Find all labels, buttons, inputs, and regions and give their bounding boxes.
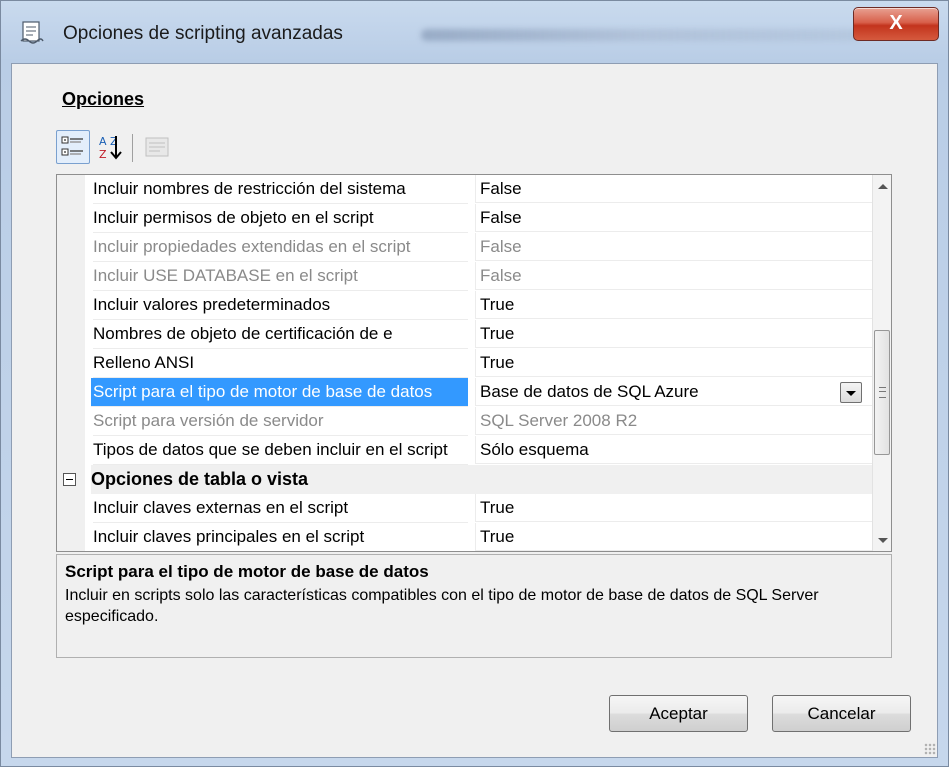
toolbar-separator — [132, 134, 133, 162]
row-margin — [57, 291, 85, 320]
dialog-window: Opciones de scripting avanzadas X Opcion… — [0, 0, 949, 767]
scroll-grip-icon — [879, 387, 886, 398]
description-title: Script para el tipo de motor de base de … — [65, 562, 429, 581]
property-row[interactable]: Incluir nombres de restricción del siste… — [57, 175, 872, 204]
category-label: Opciones de tabla o vista — [91, 465, 872, 494]
property-value[interactable]: True — [475, 349, 872, 377]
close-icon: X — [889, 12, 903, 34]
property-value[interactable]: True — [475, 291, 872, 319]
blurred-title-area — [421, 29, 861, 41]
row-margin — [57, 262, 85, 291]
row-margin — [57, 204, 85, 233]
row-margin — [57, 175, 85, 204]
property-row[interactable]: Incluir valores predeterminados True — [57, 291, 872, 320]
row-margin — [57, 494, 85, 523]
title-bar[interactable]: Opciones de scripting avanzadas X — [1, 1, 948, 63]
categorized-view-button[interactable] — [56, 130, 90, 164]
row-margin — [57, 349, 85, 378]
row-margin — [57, 407, 85, 436]
description-text: Incluir en scripts solo las característi… — [65, 587, 819, 625]
category-row[interactable]: Opciones de tabla o vista — [57, 465, 872, 494]
property-name: Incluir valores predeterminados — [93, 291, 468, 320]
scroll-down-arrow[interactable] — [873, 529, 891, 551]
row-margin — [57, 523, 85, 551]
property-row[interactable]: Incluir propiedades extendidas en el scr… — [57, 233, 872, 262]
property-row[interactable]: Incluir permisos de objeto en el script F… — [57, 204, 872, 233]
row-margin — [57, 233, 85, 262]
options-heading-text: Opciones — [62, 89, 145, 109]
dialog-client-area: Opciones A Z Z Incluir nombres de restri… — [11, 63, 938, 758]
property-row[interactable]: Tipos de datos que se deben incluir en e… — [57, 436, 872, 465]
property-value[interactable]: True — [475, 523, 872, 551]
property-name: Incluir nombres de restricción del siste… — [93, 175, 468, 204]
row-margin — [57, 320, 85, 349]
row-margin — [57, 378, 85, 407]
property-name: Tipos de datos que se deben incluir en e… — [93, 436, 468, 465]
options-heading: Opciones — [62, 89, 144, 110]
property-name: Incluir claves externas en el script — [93, 494, 468, 523]
svg-text:Z: Z — [99, 148, 107, 161]
accept-button[interactable]: Aceptar — [609, 695, 748, 732]
scroll-thumb[interactable] — [874, 330, 890, 455]
property-value[interactable]: True — [475, 320, 872, 348]
property-row[interactable]: Relleno ANSI True — [57, 349, 872, 378]
property-grid[interactable]: Incluir nombres de restricción del siste… — [56, 174, 892, 552]
property-row[interactable]: Script para el tipo de motor de base de … — [57, 378, 872, 407]
scripting-options-icon — [19, 19, 45, 45]
property-value[interactable]: Base de datos de SQL Azure — [475, 378, 872, 406]
property-row[interactable]: Incluir USE DATABASE en el script False — [57, 262, 872, 291]
window-title: Opciones de scripting avanzadas — [63, 23, 343, 44]
property-value[interactable]: SQL Server 2008 R2 — [475, 407, 872, 435]
property-value[interactable]: False — [475, 262, 872, 290]
cancel-button[interactable]: Cancelar — [772, 695, 911, 732]
property-value[interactable]: Sólo esquema — [475, 436, 872, 464]
property-value[interactable]: False — [475, 233, 872, 261]
row-margin — [57, 436, 85, 465]
property-row[interactable]: Script para versión de servidor SQL Serve… — [57, 407, 872, 436]
property-name: Incluir propiedades extendidas en el scr… — [93, 233, 468, 262]
property-name: Incluir USE DATABASE en el script — [93, 262, 468, 291]
property-row[interactable]: Incluir claves principales en el script T… — [57, 523, 872, 551]
property-row[interactable]: Incluir claves externas en el script True — [57, 494, 872, 523]
description-pane: Script para el tipo de motor de base de … — [56, 554, 892, 658]
property-name: Relleno ANSI — [93, 349, 468, 378]
property-name: Script para el tipo de motor de base de … — [91, 378, 468, 407]
scroll-up-arrow[interactable] — [873, 175, 891, 197]
collapse-toggle-icon[interactable] — [63, 473, 76, 486]
property-name: Incluir permisos de objeto en el script — [93, 204, 468, 233]
close-button[interactable]: X — [853, 7, 939, 41]
property-name: Script para versión de servidor — [93, 407, 468, 436]
property-name: Nombres de objeto de certificación de e — [93, 320, 468, 349]
property-pages-button[interactable] — [140, 130, 174, 164]
categorized-icon — [61, 136, 83, 156]
property-value[interactable]: True — [475, 494, 872, 522]
sort-alphabetical-icon: A Z Z — [99, 135, 122, 161]
property-name: Incluir claves principales en el script — [93, 523, 468, 551]
vertical-scrollbar[interactable] — [872, 175, 891, 551]
property-row[interactable]: Nombres de objeto de certificación de eT… — [57, 320, 872, 349]
dropdown-arrow-icon[interactable] — [840, 382, 862, 403]
property-value[interactable]: False — [475, 175, 872, 203]
alphabetical-view-button[interactable]: A Z Z — [94, 130, 128, 164]
resize-grip-icon[interactable] — [924, 743, 936, 755]
property-pages-icon — [145, 137, 169, 157]
property-value[interactable]: False — [475, 204, 872, 232]
